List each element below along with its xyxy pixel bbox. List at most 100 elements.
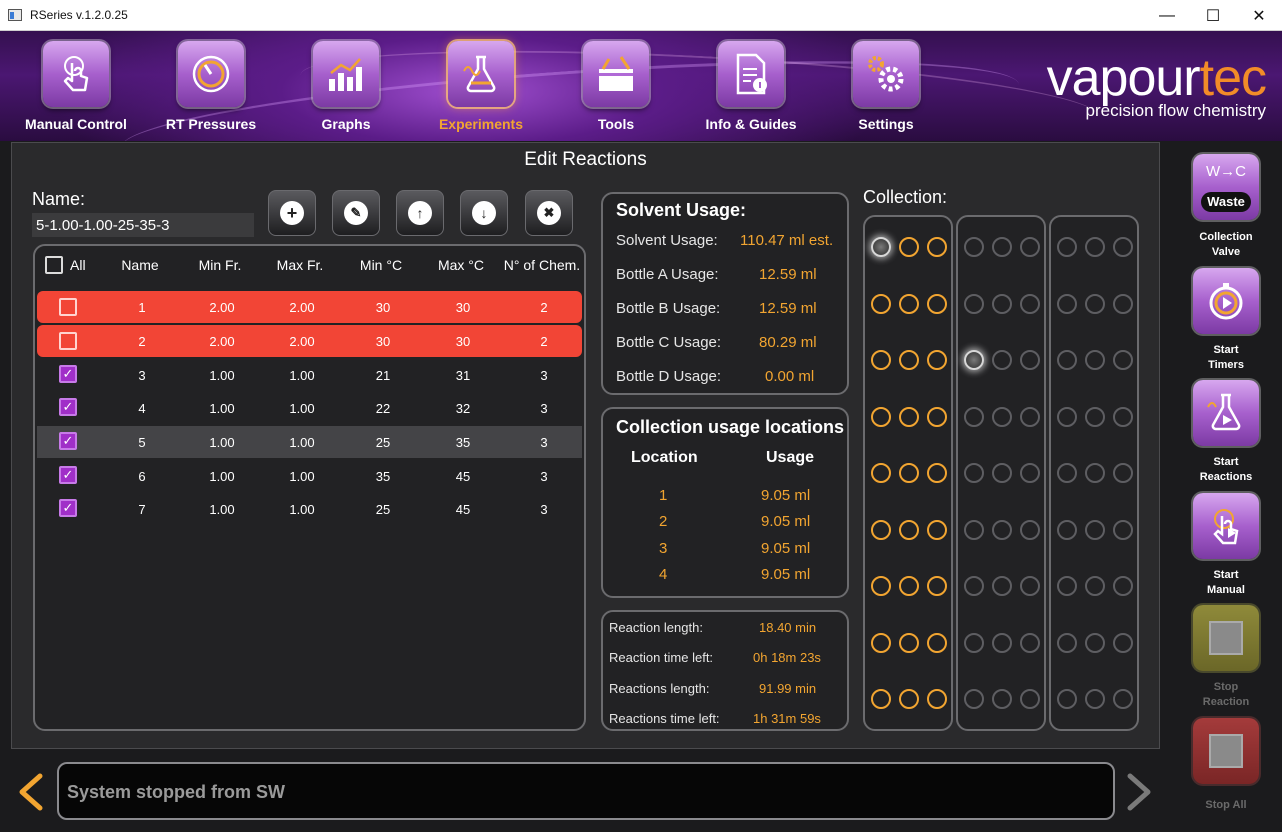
collection-vial[interactable] [1057, 689, 1077, 709]
collection-vial[interactable] [1057, 293, 1077, 314]
nav-graphs[interactable]: Graphs [281, 41, 411, 141]
row-checkbox[interactable]: ✓ [59, 499, 77, 517]
collection-vial[interactable] [1085, 463, 1105, 483]
table-row[interactable]: 2 2.00 2.00 30 30 2 [37, 325, 582, 357]
collection-vial[interactable] [1113, 350, 1133, 370]
collection-vial[interactable] [927, 463, 947, 483]
move-down-button[interactable]: ↓ [460, 190, 508, 236]
collection-vial[interactable] [1057, 463, 1077, 483]
nav-tools[interactable]: Tools [551, 41, 681, 141]
stop-reaction-button[interactable] [1193, 605, 1259, 671]
collection-vial[interactable] [1113, 689, 1133, 709]
collection-vial[interactable] [1113, 406, 1133, 427]
collection-vial[interactable] [1057, 350, 1077, 370]
collection-vial[interactable] [964, 689, 984, 709]
start-timers-button[interactable] [1193, 268, 1259, 334]
collection-vial[interactable] [992, 519, 1012, 540]
collection-vial[interactable] [871, 237, 891, 257]
collection-vial[interactable] [964, 632, 984, 653]
minimize-button[interactable]: — [1144, 0, 1190, 31]
collection-vial[interactable] [964, 237, 984, 257]
collection-vial[interactable] [871, 350, 891, 370]
collection-vial[interactable] [927, 406, 947, 427]
table-row[interactable]: 1 2.00 2.00 30 30 2 [37, 291, 582, 323]
collection-vial[interactable] [927, 519, 947, 540]
collection-vial[interactable] [899, 406, 919, 427]
collection-vial[interactable] [1113, 519, 1133, 540]
nav-manual-control[interactable]: Manual Control [11, 41, 141, 141]
collection-vial[interactable] [1085, 237, 1105, 257]
next-arrow-icon[interactable] [1122, 772, 1156, 812]
collection-vial[interactable] [1113, 463, 1133, 483]
collection-vial[interactable] [1020, 293, 1040, 314]
collection-vial[interactable] [1113, 293, 1133, 314]
collection-vial[interactable] [871, 632, 891, 653]
collection-vial[interactable] [899, 689, 919, 709]
nav-info-guides[interactable]: Info & Guides [686, 41, 816, 141]
collection-vial[interactable] [1057, 576, 1077, 596]
maximize-button[interactable]: ☐ [1190, 0, 1236, 31]
collection-vial[interactable] [871, 576, 891, 596]
collection-vial[interactable] [1020, 689, 1040, 709]
table-row[interactable]: ✓ 6 1.00 1.00 35 45 3 [37, 460, 582, 492]
row-checkbox[interactable]: ✓ [59, 365, 77, 383]
collection-vial[interactable] [871, 293, 891, 314]
collection-vial[interactable] [1057, 406, 1077, 427]
collection-vial[interactable] [964, 519, 984, 540]
collection-vial[interactable] [927, 632, 947, 653]
collection-vial[interactable] [1057, 632, 1077, 653]
collection-vial[interactable] [1085, 689, 1105, 709]
collection-vial[interactable] [992, 632, 1012, 653]
collection-vial[interactable] [992, 406, 1012, 427]
collection-vial[interactable] [899, 293, 919, 314]
move-up-button[interactable]: ↑ [396, 190, 444, 236]
collection-vial[interactable] [871, 689, 891, 709]
row-checkbox[interactable] [59, 298, 77, 316]
start-reactions-button[interactable] [1193, 380, 1259, 446]
collection-vial[interactable] [1020, 632, 1040, 653]
collection-vial[interactable] [964, 293, 984, 314]
collection-vial[interactable] [964, 406, 984, 427]
collection-vial[interactable] [1085, 576, 1105, 596]
collection-vial[interactable] [1113, 632, 1133, 653]
collection-vial[interactable] [992, 463, 1012, 483]
close-button[interactable]: ✕ [1236, 0, 1282, 31]
collection-vial[interactable] [992, 689, 1012, 709]
collection-vial[interactable] [927, 237, 947, 257]
collection-vial[interactable] [1085, 632, 1105, 653]
collection-vial[interactable] [1020, 463, 1040, 483]
collection-vial[interactable] [899, 632, 919, 653]
collection-vial[interactable] [1085, 519, 1105, 540]
row-checkbox[interactable]: ✓ [59, 466, 77, 484]
collection-vial[interactable] [992, 237, 1012, 257]
collection-vial[interactable] [927, 350, 947, 370]
collection-vial[interactable] [1113, 237, 1133, 257]
collection-vial[interactable] [899, 350, 919, 370]
table-row[interactable]: ✓ 4 1.00 1.00 22 32 3 [37, 392, 582, 424]
row-checkbox[interactable]: ✓ [59, 432, 77, 450]
collection-vial[interactable] [1020, 237, 1040, 257]
collection-vial[interactable] [992, 350, 1012, 370]
row-checkbox[interactable] [59, 332, 77, 350]
collection-vial[interactable] [927, 293, 947, 314]
collection-vial[interactable] [871, 463, 891, 483]
table-row[interactable]: ✓ 5 1.00 1.00 25 35 3 [37, 426, 582, 458]
select-all-checkbox[interactable] [45, 256, 63, 274]
collection-vial[interactable] [1020, 406, 1040, 427]
add-reaction-button[interactable]: + [268, 190, 316, 236]
collection-vial[interactable] [1020, 350, 1040, 370]
nav-experiments[interactable]: Experiments [416, 41, 546, 141]
collection-vial[interactable] [899, 463, 919, 483]
collection-vial[interactable] [899, 237, 919, 257]
collection-vial[interactable] [871, 406, 891, 427]
collection-vial[interactable] [899, 576, 919, 596]
nav-settings[interactable]: Settings [821, 41, 951, 141]
collection-vial[interactable] [927, 689, 947, 709]
collection-vial[interactable] [899, 519, 919, 540]
collection-vial[interactable] [992, 293, 1012, 314]
table-row[interactable]: ✓ 3 1.00 1.00 21 31 3 [37, 359, 582, 391]
collection-vial[interactable] [1020, 519, 1040, 540]
collection-valve-button[interactable]: W→C Waste [1193, 154, 1259, 220]
name-input[interactable] [32, 213, 254, 237]
collection-vial[interactable] [1085, 350, 1105, 370]
